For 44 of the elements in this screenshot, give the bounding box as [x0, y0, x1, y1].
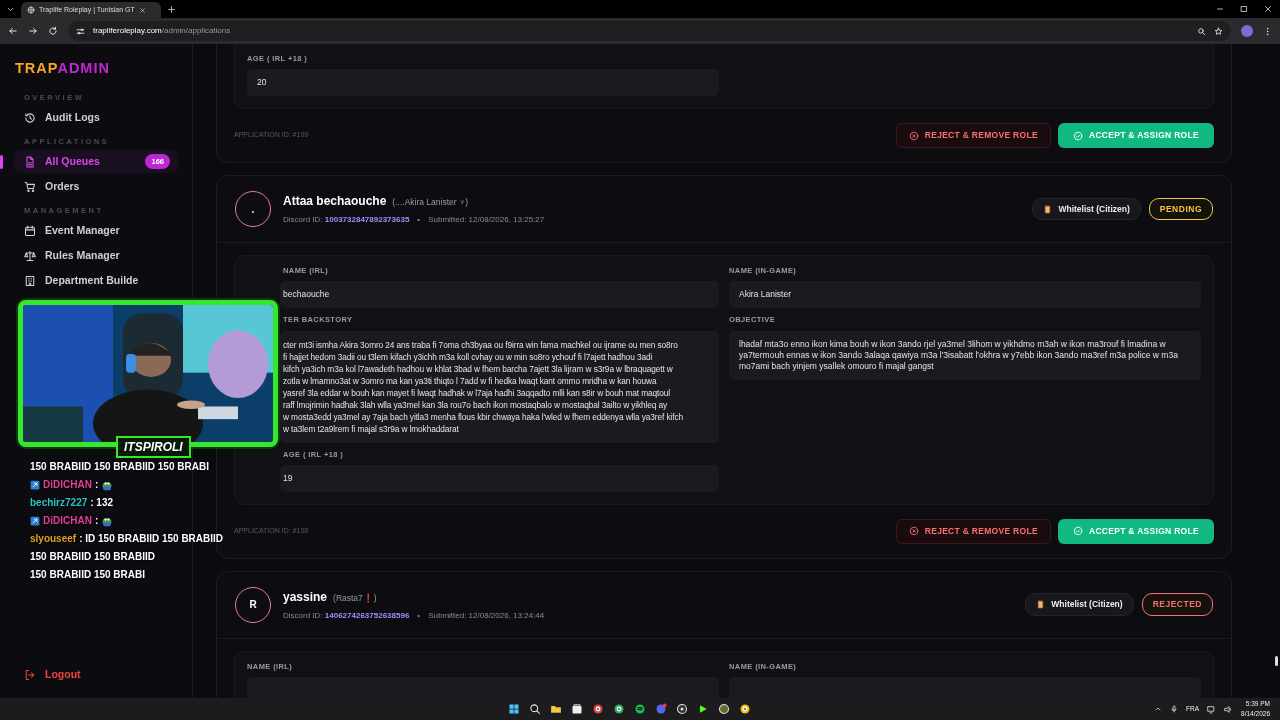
chat-text: : ID 150 BRABIID 150 BRABIID: [79, 532, 224, 546]
applicant-name: yassine: [283, 588, 328, 606]
submitted-text: Submitted: 12/08/2026, 13:25:27: [428, 214, 545, 227]
discord-id-text: Discord ID: 1003732847892373635: [283, 214, 410, 227]
type-badge: Whitelist (Citizen): [1032, 197, 1141, 221]
chat-username: slyouseef: [30, 532, 77, 546]
status-badge: PENDING: [1148, 197, 1213, 221]
sidebar-item[interactable]: Department Builde: [14, 269, 178, 293]
status-badge: REJECTED: [1141, 593, 1213, 616]
text-line: raff lmojrimin hadhak 3lah wlla ya3mel kan 3la rou7o bach ikon mostaqbalo w mostaqbal 3ailto w yikhleq ay: [283, 398, 669, 411]
text-line: fi hajjet hedom 3adii ou t3lem kifach y3ichh m3a koll cvhay ou w min so8ro ychouf fi l7ajett hadhou 3adi: [283, 350, 654, 363]
text-line: zotla w lmamno3at w 3omro ma kan ya3ti thiqto l 7add w fi hedka lwaqt kant ommo mridha w kan houwa: [283, 374, 658, 387]
logo: TRAPADMIN: [15, 59, 111, 78]
chat-text: : 132: [90, 496, 114, 510]
separator-dot: •: [417, 214, 421, 227]
url-field[interactable]: trapliferoleplay.com/admin/applications: [93, 25, 231, 37]
chat-username: DiDICHAN: [43, 514, 92, 528]
text-line: w mosta3edd ya3mel ay 7aja bach yitla3 menha flous kbir chwaya haka l'wled w fhem eddenya wlla ya3ref kifch: [283, 410, 684, 423]
submitted-text: Submitted: 12/08/2026, 13:24:44: [428, 609, 545, 622]
text-line: cter mt3i ismha Akira 3omro 24 ans traba fi 7oma ch3byaa ou f9irra win fama machkel ou ijrame ou men so8ro: [283, 338, 679, 351]
logout-button[interactable]: Logout: [14, 663, 178, 686]
reject-button[interactable]: REJECT & REMOVE ROLE: [895, 518, 1051, 544]
reject-button[interactable]: REJECT & REMOVE ROLE: [895, 123, 1051, 149]
chat-text: :: [94, 514, 99, 528]
chat-username: DiDICHAN: [43, 478, 92, 492]
alias-text: (Rasta7❗): [333, 591, 377, 605]
type-badge: Whitelist (Citizen): [1025, 593, 1134, 616]
chat-text: 150 BRABIID 150 BRABIID 150 BRABI: [30, 460, 209, 474]
text-line: w ta3lem t2a9lrem fi majal s3r9a w lmokhaddarat: [283, 422, 460, 435]
sidebar-item[interactable]: Audit Logs: [14, 106, 178, 129]
applicant-name: Attaa bechaouche: [283, 193, 387, 211]
text-line: yasref 3la eddar w bouh kan mayet fi lwaqt hadhak w l7aja hadhi 3aqqadto mlli kan s8ir w bouh mat maqtoul: [283, 386, 672, 399]
separator-dot: •: [417, 609, 421, 622]
sidebar-item[interactable]: Rules Manager: [14, 244, 178, 268]
sidebar-item[interactable]: Orders: [14, 175, 178, 199]
chat-text: :: [94, 478, 99, 492]
chat-username: bechirz7227: [30, 496, 88, 510]
streamer-name: ITSPIROLI: [116, 436, 191, 458]
discord-id-text: Discord ID: 1406274263752638596: [283, 609, 410, 622]
text-line: kifch ya3ich m3a kol l7awadeth hadhou w khlat 3bad w fhem barcha 7ajett 3la lijram w s3r9a w lbraquagett w: [283, 362, 674, 375]
alias-text: (....Akira Lanister ♆): [392, 196, 469, 209]
chat-text: 150 BRABIID 150 BRABIID: [30, 550, 156, 564]
sidebar-item[interactable]: Event Manager: [14, 219, 178, 243]
chat-text: 150 BRABIID 150 BRABI: [30, 568, 146, 582]
